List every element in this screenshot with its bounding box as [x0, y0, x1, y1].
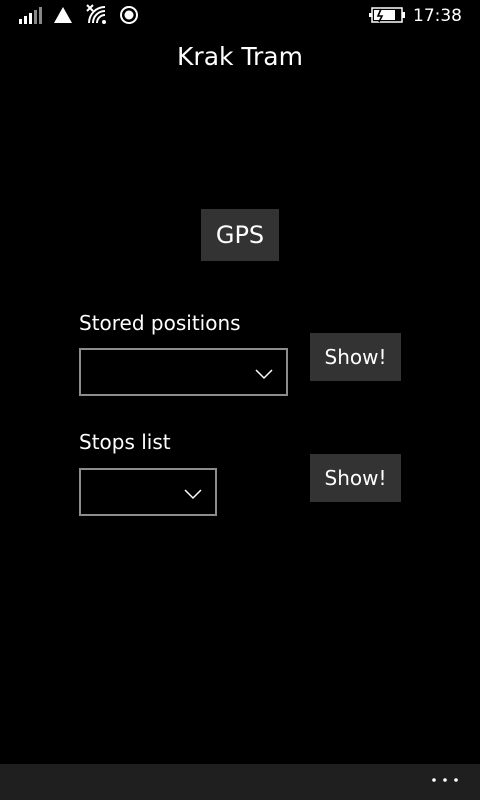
gps-button[interactable]: GPS: [201, 209, 279, 261]
chevron-down-icon: [255, 365, 273, 380]
chevron-down-icon: [184, 485, 202, 500]
location-icon: [119, 5, 139, 29]
status-bar: 17:38: [0, 0, 480, 32]
app-screen: 17:38 Krak Tram GPS Stored positions Sho…: [0, 0, 480, 800]
stored-positions-dropdown[interactable]: [79, 348, 288, 396]
stops-list-dropdown[interactable]: [79, 468, 217, 516]
status-time: 17:38: [413, 6, 462, 26]
wifi-icon: [85, 3, 109, 29]
stops-list-label: Stops list: [79, 430, 171, 454]
app-bar: [0, 764, 480, 800]
show-stored-positions-button[interactable]: Show!: [310, 333, 401, 381]
more-ellipsis-icon[interactable]: [430, 768, 460, 792]
stored-positions-label: Stored positions: [79, 311, 241, 335]
page-title: Krak Tram: [177, 42, 303, 71]
signal-strength-icon: [18, 6, 42, 28]
battery-charging-icon: [369, 7, 405, 27]
show-stops-list-button[interactable]: Show!: [310, 454, 401, 502]
network-triangle-icon: [53, 6, 73, 28]
